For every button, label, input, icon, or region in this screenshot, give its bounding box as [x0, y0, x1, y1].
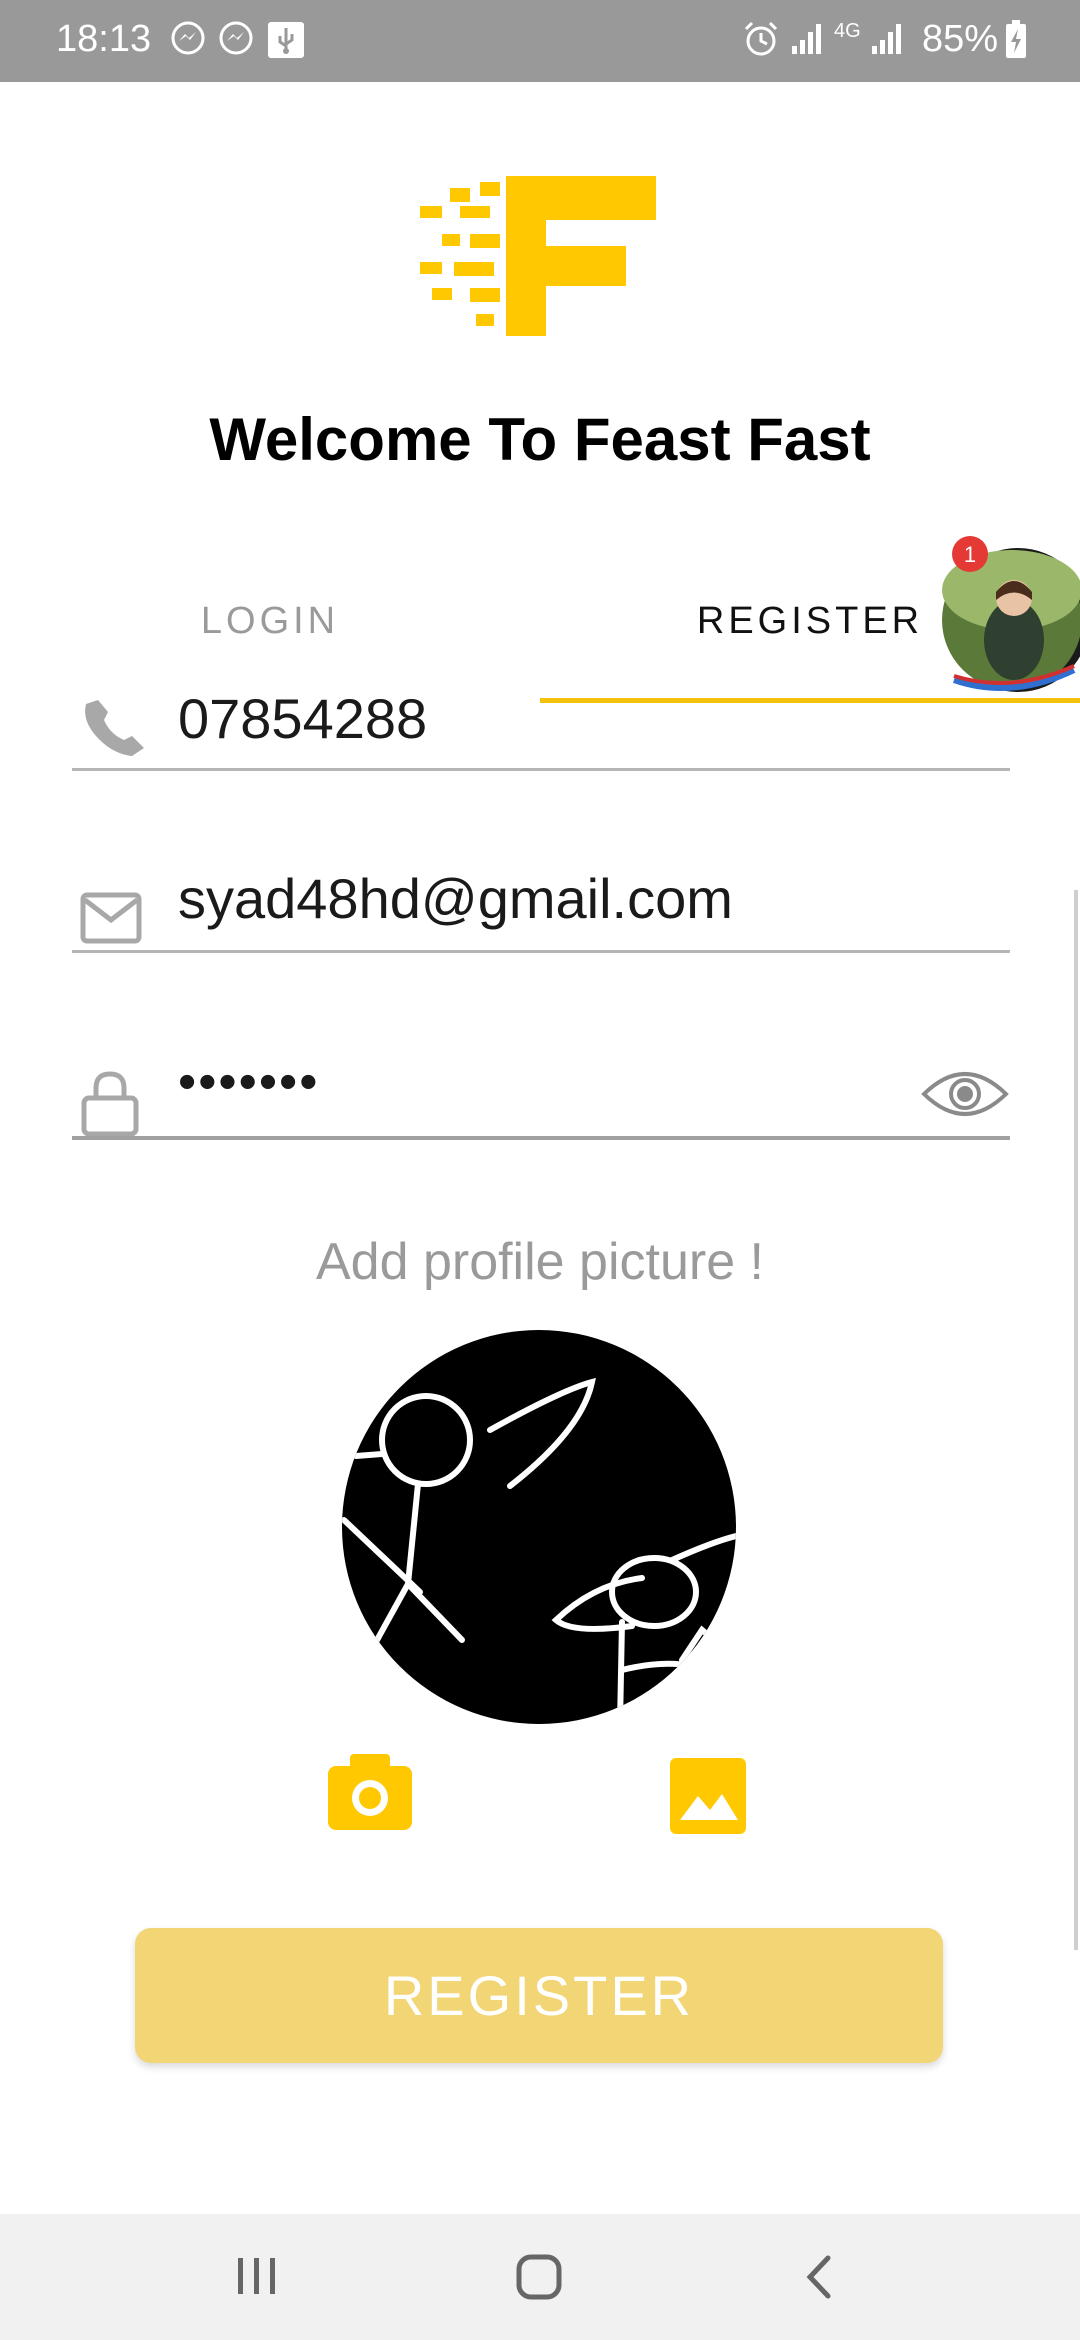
alarm-icon — [744, 21, 778, 56]
signal-icon — [872, 24, 901, 54]
scrollbar[interactable] — [1074, 890, 1078, 1950]
navigation-bar — [0, 2214, 1080, 2340]
chat-head-badge: 1 — [964, 542, 976, 567]
battery-charging-icon — [1006, 20, 1026, 58]
status-time: 18:13 — [56, 18, 152, 60]
email-field[interactable]: syad48hd@gmail.com — [178, 866, 733, 931]
tab-login[interactable]: LOGIN — [0, 600, 540, 643]
recent-apps-icon[interactable] — [236, 2256, 278, 2296]
email-field-underline — [72, 950, 1010, 953]
password-field-underline — [72, 1136, 1010, 1140]
camera-icon[interactable] — [328, 1754, 412, 1830]
mail-icon — [80, 892, 142, 944]
password-field[interactable]: ••••••• — [178, 1052, 319, 1112]
messenger-icon — [171, 21, 205, 55]
chat-head-avatar: 1 — [942, 536, 1080, 692]
home-icon[interactable] — [516, 2254, 562, 2300]
eye-icon[interactable] — [920, 1064, 1010, 1124]
tab-indicator — [540, 698, 1080, 703]
usb-icon — [268, 22, 304, 58]
chat-head[interactable]: 1 — [934, 530, 1080, 694]
feast-fast-logo — [420, 176, 656, 336]
phone-icon — [85, 700, 144, 756]
add-profile-prompt: Add profile picture ! — [315, 1233, 765, 1291]
gallery-icon[interactable] — [670, 1758, 746, 1834]
battery-percent: 85% — [922, 18, 999, 60]
signal-icon — [792, 24, 821, 54]
profile-drawing — [342, 1377, 736, 1724]
network-type: 4G — [834, 20, 861, 42]
back-icon[interactable] — [804, 2254, 834, 2300]
profile-picture[interactable] — [342, 1330, 736, 1724]
lock-icon — [81, 1071, 139, 1136]
status-bar: 18:13 4G 85% — [0, 0, 1080, 82]
phone-field-underline — [72, 768, 1010, 771]
page-title: Welcome To Feast Fast — [209, 406, 871, 473]
phone-field[interactable]: 07854288 — [178, 686, 427, 744]
messenger-icon — [219, 21, 253, 55]
register-button[interactable]: REGISTER — [135, 1928, 943, 2063]
